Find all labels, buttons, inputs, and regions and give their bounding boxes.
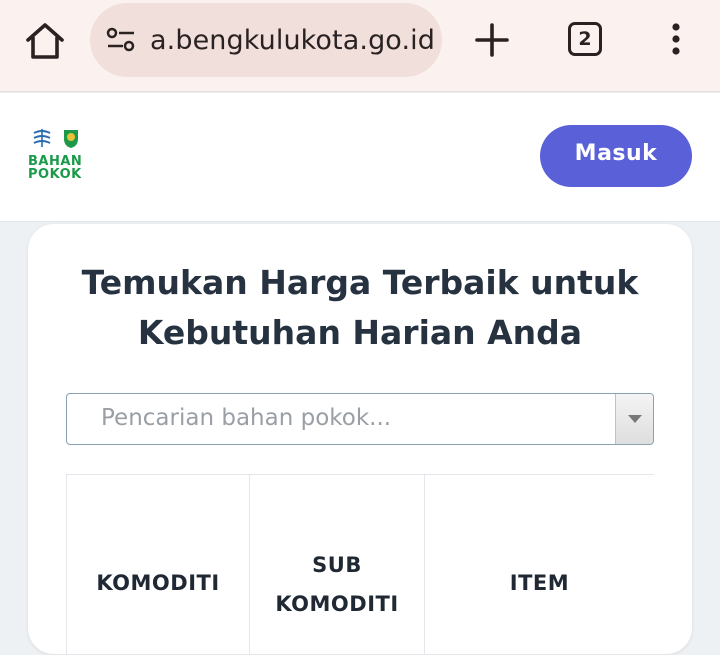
more-vert-icon[interactable]	[668, 20, 684, 60]
column-header-sub-komoditi[interactable]: SUB KOMODITI	[249, 475, 424, 655]
site-settings-icon[interactable]	[106, 27, 136, 53]
column-header-sub-line-1: SUB	[312, 553, 362, 577]
commodity-search-select[interactable]: Pencarian bahan pokok...	[66, 393, 654, 445]
login-button[interactable]: Masuk	[540, 125, 692, 187]
column-header-komoditi-label: KOMODITI	[96, 571, 220, 595]
column-header-item-label: ITEM	[509, 571, 570, 595]
page-title: Temukan Harga Terbaik untuk Kebutuhan Ha…	[28, 258, 692, 358]
title-line-2: Kebutuhan Harian Anda	[137, 313, 583, 352]
search-placeholder: Pencarian bahan pokok...	[101, 405, 392, 431]
plus-icon[interactable]	[474, 22, 510, 58]
address-bar[interactable]: a.bengkulukota.go.id	[90, 3, 442, 77]
home-icon[interactable]	[22, 18, 68, 64]
logo-line-2: POKOK	[28, 167, 82, 182]
column-header-sub-line-2: KOMODITI	[275, 592, 399, 616]
site-header: BAHAN POKOK Masuk	[0, 93, 720, 222]
dropdown-toggle[interactable]	[615, 394, 653, 444]
column-header-item[interactable]: ITEM	[424, 475, 654, 655]
url-text[interactable]: a.bengkulukota.go.id	[150, 25, 435, 56]
bahan-pokok-logo[interactable]: BAHAN POKOK	[26, 127, 88, 183]
price-table: KOMODITI SUB KOMODITI ITEM	[66, 474, 654, 655]
browser-toolbar: a.bengkulukota.go.id 2	[0, 0, 720, 92]
chevron-down-icon	[628, 415, 642, 423]
title-line-1: Temukan Harga Terbaik untuk	[81, 263, 639, 302]
logo-text: BAHAN POKOK	[28, 155, 88, 181]
tabs-icon[interactable]: 2	[568, 22, 602, 56]
column-header-komoditi[interactable]: KOMODITI	[66, 475, 249, 655]
search-card: Temukan Harga Terbaik untuk Kebutuhan Ha…	[28, 224, 692, 655]
logo-emblem-icon	[33, 129, 78, 148]
